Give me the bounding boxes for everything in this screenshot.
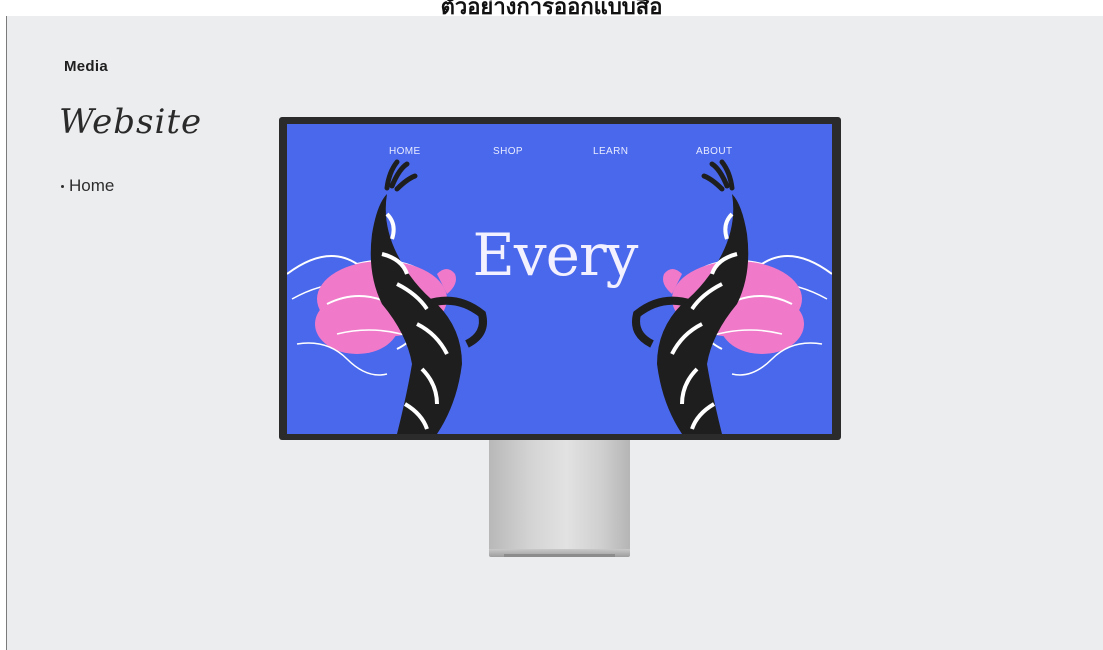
section-label: Media xyxy=(64,58,109,75)
site-nav-learn[interactable]: LEARN xyxy=(593,146,628,157)
website-preview-screen: Every HOME SHOP LEARN ABOUT xyxy=(287,124,832,434)
hero-headline: Every xyxy=(472,221,639,289)
sidebar-item-label: Home xyxy=(69,176,115,195)
banner-text: ตัวอย่างการออกแบบสื่อ xyxy=(440,0,663,16)
site-nav-home[interactable]: HOME xyxy=(389,146,421,157)
site-nav-shop[interactable]: SHOP xyxy=(493,146,523,157)
monitor-stand-foot xyxy=(504,554,615,557)
monitor-stand xyxy=(489,440,630,550)
site-nav-about[interactable]: ABOUT xyxy=(696,146,732,157)
monitor-display: Every HOME SHOP LEARN ABOUT xyxy=(279,117,841,440)
left-figure-illustration xyxy=(287,159,487,434)
right-figure-illustration xyxy=(632,159,832,434)
top-banner: ตัวอย่างการออกแบบสื่อ xyxy=(0,0,1103,16)
sidebar-item-home[interactable]: Home xyxy=(61,176,114,196)
bullet-icon xyxy=(61,184,64,188)
page-title: Website xyxy=(59,102,203,142)
content-panel: Media Website Home Every HOME SHOP LEARN… xyxy=(6,16,1103,650)
sidebar-nav: Home xyxy=(61,176,114,196)
site-navigation: HOME SHOP LEARN ABOUT xyxy=(287,146,832,162)
